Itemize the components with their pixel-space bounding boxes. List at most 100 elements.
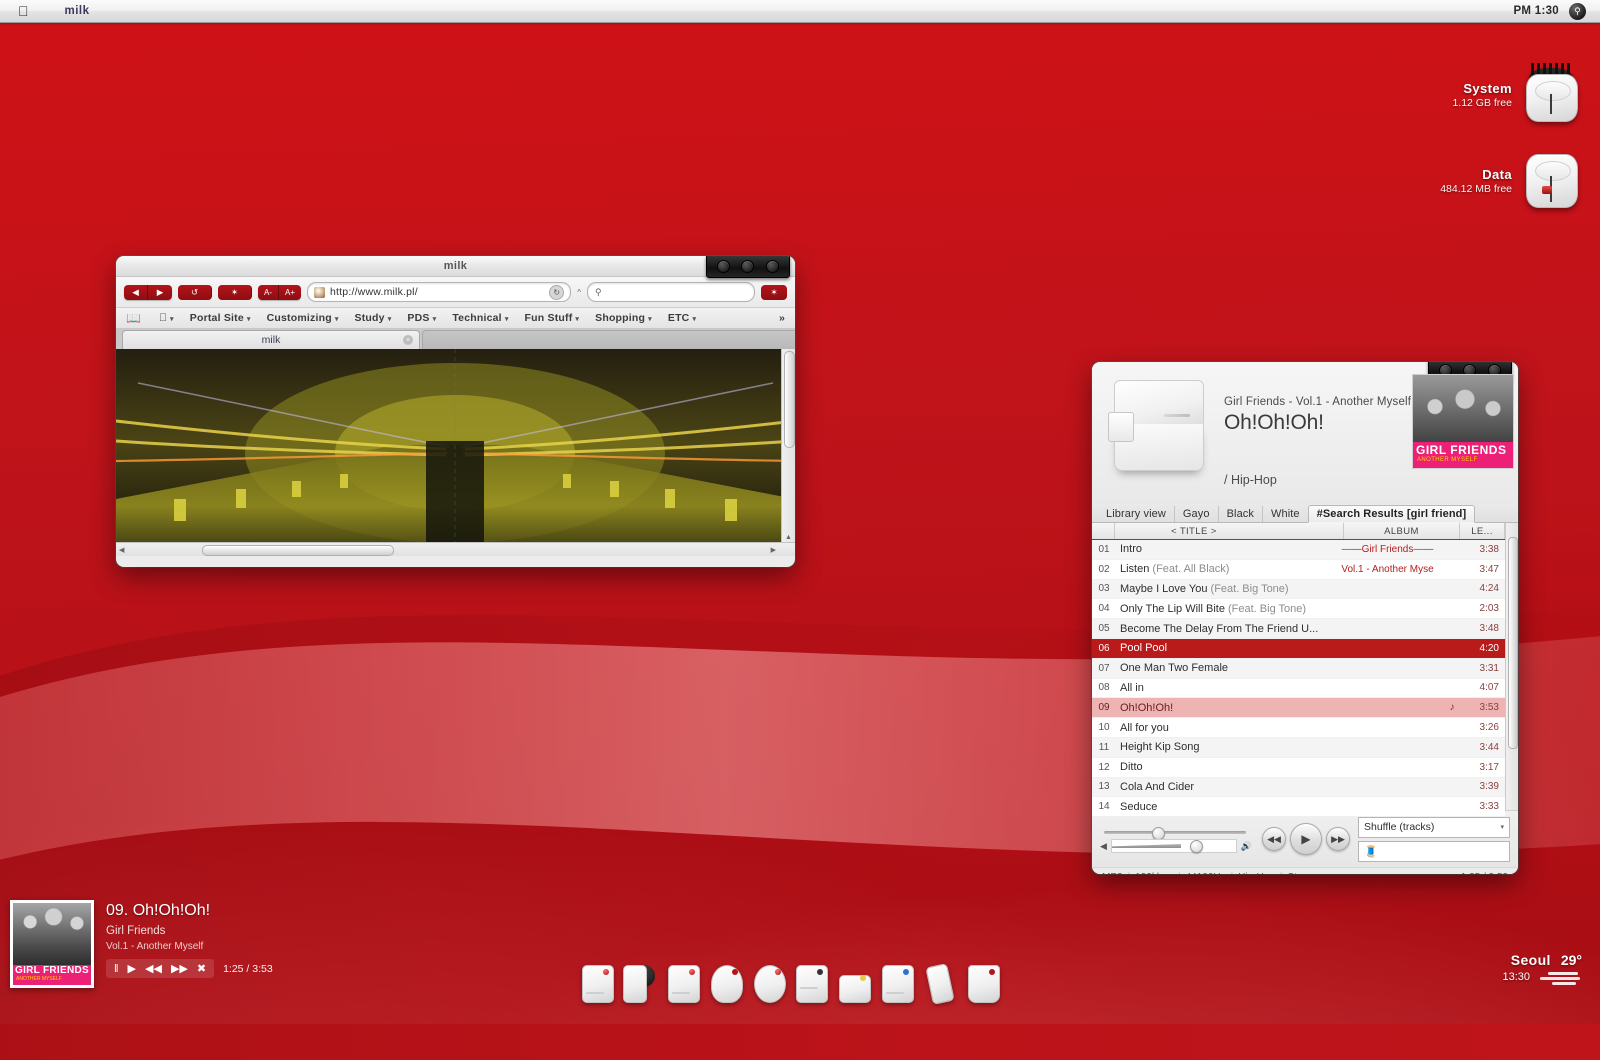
track-row[interactable]: 03 Maybe I Love You (Feat. Big Tone) 4:24 — [1092, 579, 1505, 600]
search-input[interactable]: ⚲ — [587, 282, 755, 302]
book-icon[interactable]: 📖 — [126, 311, 141, 325]
column-header-title[interactable]: < TITLE > — [1115, 523, 1344, 539]
text-larger-button[interactable]: A+ — [279, 284, 302, 300]
tab-library-view[interactable]: Library view — [1098, 506, 1174, 522]
tab-black[interactable]: Black — [1217, 506, 1262, 522]
scrollbar-thumb[interactable] — [202, 545, 394, 556]
track-row[interactable]: 08 All in 4:07 — [1092, 678, 1505, 699]
play-button[interactable]: ▶ — [1290, 823, 1322, 855]
shuffle-button[interactable]: ✖ — [197, 962, 206, 975]
track-row[interactable]: 10 All for you 3:26 — [1092, 718, 1505, 738]
zoom-icon[interactable] — [766, 259, 780, 273]
close-icon[interactable] — [716, 259, 730, 273]
tab-white[interactable]: White — [1262, 506, 1308, 522]
dock-item-pencil[interactable] — [923, 963, 957, 1005]
track-row[interactable]: 01 Intro ——Girl Friends—— 3:38 — [1092, 540, 1505, 560]
playlist-scrollbar[interactable] — [1505, 523, 1518, 810]
scroll-right-arrow[interactable]: ▶ — [768, 546, 779, 554]
vertical-scrollbar[interactable]: ▲ — [781, 349, 795, 543]
search-icon[interactable]: ⚲ — [1569, 2, 1586, 20]
bookmark-item-shopping[interactable]: Shopping ▾ — [587, 312, 660, 324]
dock-item-trash[interactable] — [966, 963, 1000, 1003]
tab-empty[interactable]: × — [422, 330, 795, 349]
tab-search-results[interactable]: #Search Results [girl friend] — [1307, 505, 1476, 523]
apple-icon[interactable]:  — [18, 4, 29, 18]
address-bar[interactable]: http://www.milk.pl/ ↻ — [307, 282, 572, 302]
track-row[interactable]: 13 Cola And Cider 3:39 — [1092, 777, 1505, 798]
dock-item-notes[interactable] — [666, 963, 700, 1003]
track-title-main: One Man Two Female — [1120, 662, 1229, 675]
volume-slider[interactable]: ◀ 🔊 — [1100, 838, 1252, 854]
next-button[interactable]: ▶▶ — [171, 962, 188, 975]
back-button[interactable]: ◀ — [124, 284, 148, 300]
drive-data[interactable]: Data 484.12 MB free — [1440, 150, 1582, 212]
track-row[interactable]: 04 Only The Lip Will Bite (Feat. Big Tone… — [1092, 599, 1505, 620]
chevron-down-icon[interactable]: ^ — [577, 288, 581, 297]
column-header-length[interactable]: LE... — [1460, 523, 1505, 539]
bookmark-item-apple[interactable]: ▾ — [151, 312, 182, 324]
browser-window[interactable]: milk ◀ ▶ ↺ ✶ A- A+ http://www.milk.pl/ ↻… — [116, 256, 795, 567]
menubar-app-title[interactable]: milk — [65, 5, 90, 17]
weather-widget[interactable]: Seoul 29° 13:30 — [1422, 952, 1582, 985]
bookmark-item-portal-site[interactable]: Portal Site ▾ — [182, 312, 259, 324]
playlist[interactable]: < TITLE > ALBUM LE... 01 Intro ——Girl Frie… — [1092, 523, 1518, 818]
track-row[interactable]: 12 Ditto 3:17 — [1092, 757, 1505, 778]
close-icon[interactable]: × — [403, 335, 413, 345]
bookmark-item-etc[interactable]: ETC ▾ — [660, 312, 704, 324]
now-playing-widget[interactable]: GIRL FRIENDS ANOTHER MYSELF 09. Oh!Oh!Oh… — [10, 900, 310, 990]
pause-button[interactable]: ‖ — [114, 963, 119, 975]
browser-titlebar[interactable]: milk — [116, 256, 795, 278]
track-row[interactable]: 09 Oh!Oh!Oh! ♪ 3:53 — [1092, 698, 1505, 719]
scroll-left-arrow[interactable]: ◀ — [116, 546, 127, 554]
bookmark-button[interactable]: ✶ — [761, 284, 787, 300]
track-row[interactable]: 11 Height Kip Song 3:44 — [1092, 737, 1505, 758]
bookmark-item-fun-stuff[interactable]: Fun Stuff ▾ — [517, 312, 588, 324]
window-controls[interactable] — [706, 256, 790, 278]
next-button[interactable]: ▶▶ — [1326, 827, 1350, 851]
previous-button[interactable]: ◀◀ — [145, 962, 162, 975]
dock-item-media-player[interactable] — [794, 963, 829, 1003]
reload-button[interactable]: ↺ — [178, 284, 212, 300]
scrollbar-thumb[interactable] — [784, 351, 795, 448]
track-row[interactable]: 05 Become The Delay From The Friend U... 3… — [1092, 619, 1505, 639]
seek-slider[interactable] — [1100, 826, 1252, 840]
page-viewport[interactable]: ▲ ◀ ▶ — [116, 349, 795, 556]
track-row[interactable]: 02 Listen (Feat. All Black) Vol.1 - Anothe… — [1092, 559, 1505, 580]
reload-icon[interactable]: ↻ — [549, 284, 565, 300]
magic-field[interactable]: 🧵 — [1358, 840, 1510, 862]
tab-gayo[interactable]: Gayo — [1173, 506, 1218, 522]
track-row[interactable]: 06 Pool Pool 4:20 — [1092, 638, 1505, 659]
bookmark-item-customizing[interactable]: Customizing ▾ — [259, 312, 347, 324]
track-row[interactable]: 14 Seduce 3:33 — [1092, 797, 1505, 818]
music-player-window[interactable]: Girl Friends - Vol.1 - Another Myself Oh… — [1092, 362, 1518, 874]
bookmarks-bar: 📖 ▾ Portal Site▾ Customizing▾ Study▾ PD… — [116, 308, 795, 329]
menubar-clock[interactable]: PM 1:30 — [1513, 5, 1559, 17]
home-button[interactable]: ✶ — [218, 284, 252, 300]
drive-system[interactable]: System 1.12 GB free — [1452, 63, 1582, 126]
column-header-num[interactable] — [1092, 523, 1115, 539]
dock-item-toaster[interactable] — [837, 963, 872, 1003]
minimize-icon[interactable] — [741, 259, 755, 273]
bookmark-item-technical[interactable]: Technical ▾ — [444, 312, 516, 324]
tab-bar: milk × × — [116, 329, 795, 349]
chevron-up-icon[interactable]: ▲ — [785, 534, 792, 541]
text-smaller-button[interactable]: A- — [258, 284, 279, 300]
dock-item-finder[interactable] — [580, 963, 614, 1003]
forward-button[interactable]: ▶ — [148, 284, 172, 300]
dock-item-camera[interactable] — [622, 963, 657, 1003]
bookmark-item-study[interactable]: Study ▾ — [347, 312, 400, 324]
dock-item-books[interactable] — [880, 963, 915, 1003]
shuffle-select[interactable]: Shuffle (tracks) ▾ — [1358, 816, 1510, 838]
track-title-main: Intro — [1120, 543, 1143, 556]
track-row[interactable]: 07 One Man Two Female 3:31 — [1092, 658, 1505, 679]
scrollbar-thumb[interactable] — [1508, 537, 1518, 749]
play-button[interactable]: ▶ — [128, 962, 136, 975]
bookmarks-overflow-button[interactable]: » — [771, 312, 785, 324]
dock-item-fox[interactable] — [709, 963, 743, 1003]
column-header-album[interactable]: ALBUM — [1344, 523, 1460, 539]
bookmark-item-pds[interactable]: PDS ▾ — [399, 312, 444, 324]
dock-item-headphones[interactable] — [752, 963, 786, 1003]
previous-button[interactable]: ◀◀ — [1262, 827, 1286, 851]
tab-milk[interactable]: milk × — [122, 330, 420, 349]
horizontal-scrollbar[interactable]: ◀ ▶ — [116, 542, 795, 556]
